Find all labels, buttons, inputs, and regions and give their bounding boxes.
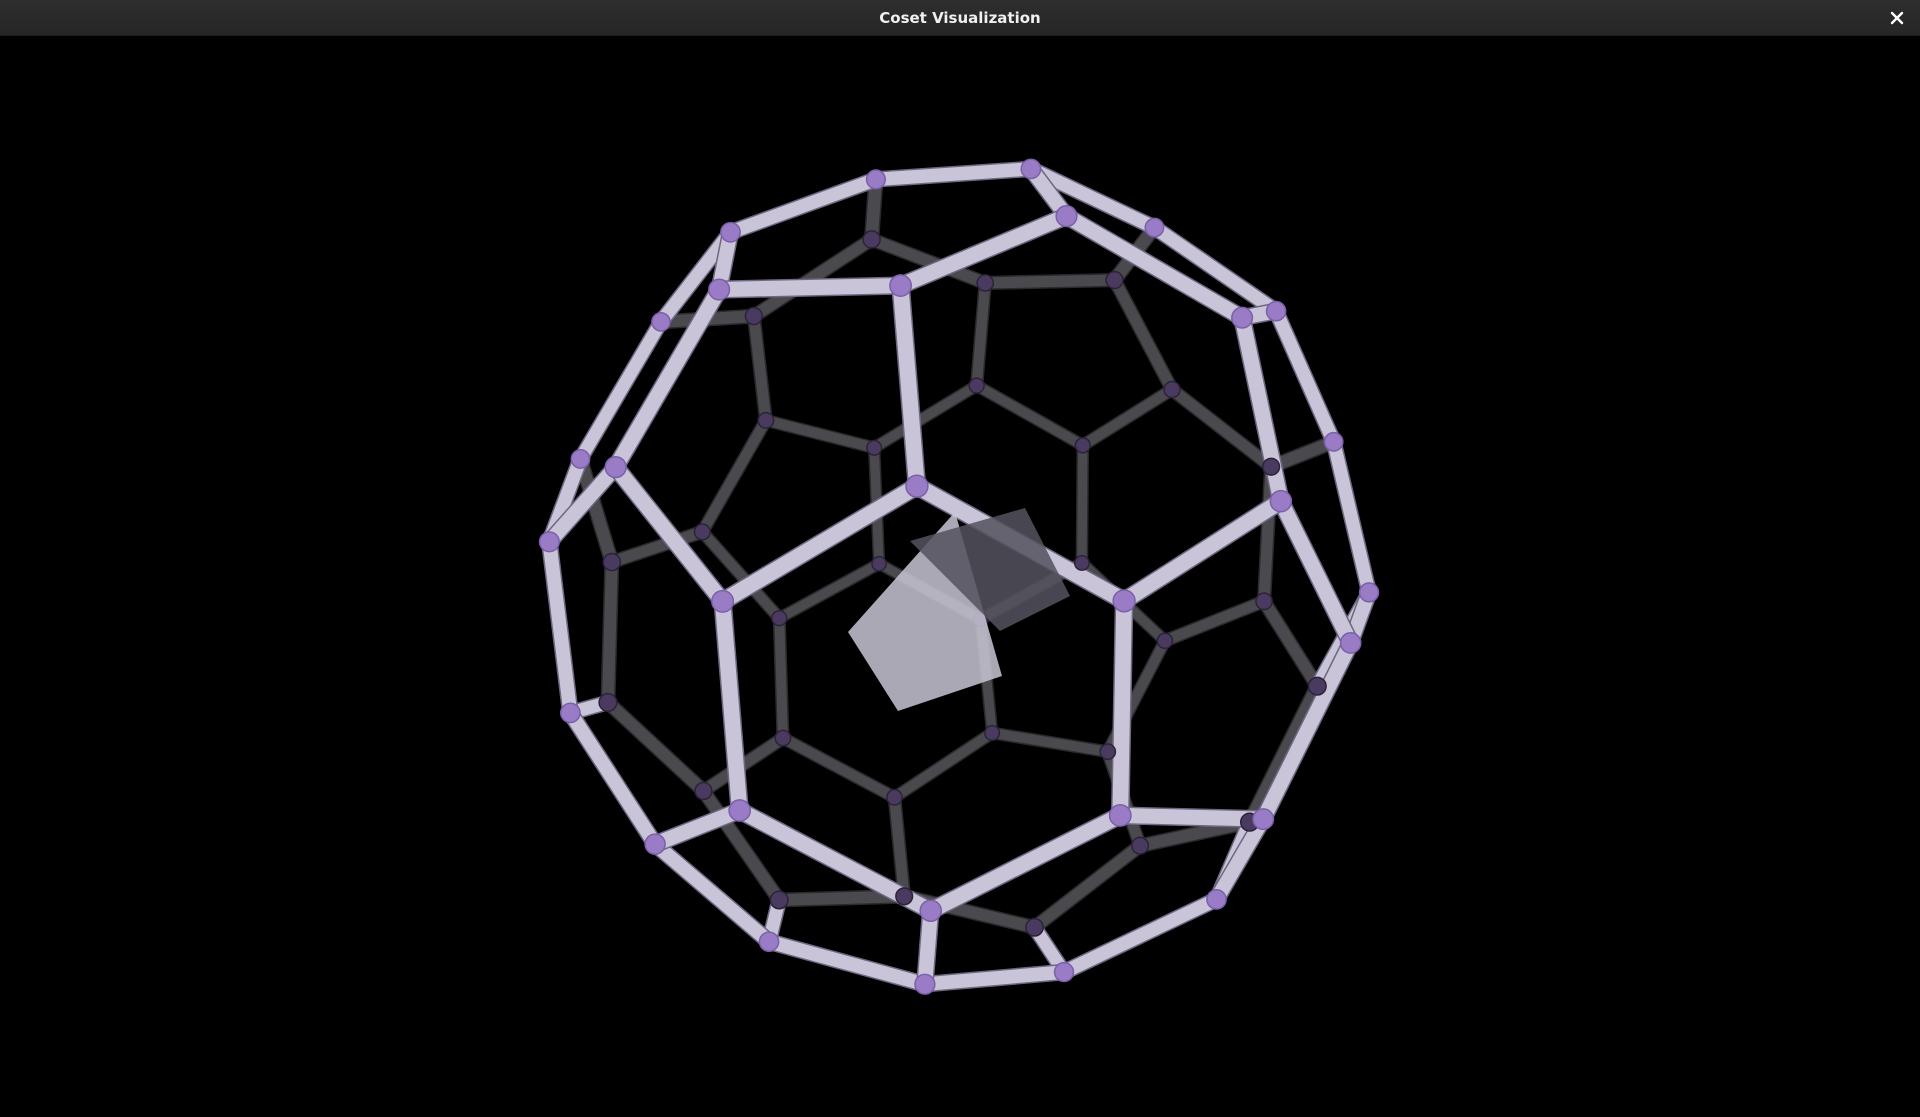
edge (1116, 493, 1289, 609)
edge (1159, 596, 1270, 647)
vertex-joint (1231, 306, 1254, 329)
vertex-joint (598, 692, 618, 712)
edge (1077, 440, 1088, 568)
vertex-joint (1144, 217, 1165, 238)
window-title: Coset Visualization (879, 9, 1041, 27)
vertex-joint (1073, 555, 1090, 571)
edge (774, 613, 788, 744)
vertex-joint (538, 531, 560, 553)
vertex-joint (1108, 803, 1132, 827)
edge (762, 934, 932, 992)
vertex-joint (570, 449, 591, 469)
vertex-joint (871, 555, 887, 572)
edge (979, 274, 1121, 289)
vertex-joint (1252, 808, 1275, 831)
vertex-joint (1358, 582, 1380, 603)
polyhedron-render[interactable] (0, 36, 1920, 1117)
edge (889, 727, 998, 803)
edge (714, 478, 925, 610)
vertex-joint (984, 724, 1001, 741)
vertex-joint (774, 729, 792, 747)
edge (923, 807, 1128, 919)
vertex-joint (914, 973, 936, 995)
vertex-joint (968, 377, 985, 394)
vertex-joint (1255, 592, 1273, 611)
edge (777, 732, 900, 803)
vertex-joint (602, 552, 622, 572)
edge (1108, 274, 1178, 396)
edge (697, 415, 772, 538)
edge (1077, 384, 1178, 451)
vertex-joint (1131, 836, 1150, 855)
edge (987, 727, 1113, 757)
vertex-joint (1262, 457, 1281, 476)
vertex-joint (769, 890, 789, 910)
edge (774, 559, 884, 623)
vertex-joint (771, 609, 788, 627)
edge (1273, 493, 1359, 651)
vertex-joint (905, 474, 929, 498)
vertex-joint (1055, 205, 1078, 228)
vertex-joint (651, 312, 671, 332)
close-button[interactable] (1886, 7, 1908, 29)
vertex-joint (1105, 270, 1124, 290)
vertex-joint (694, 781, 713, 801)
vertex-joint (1206, 889, 1227, 910)
vertex-joint (559, 702, 581, 724)
vertex-joint (757, 411, 775, 429)
edge (711, 278, 909, 298)
vertex-joint (895, 887, 914, 906)
vertex-joint (1156, 632, 1174, 650)
vertex-joint (728, 799, 752, 822)
vertex-joint (1112, 589, 1136, 613)
vertex-joint (744, 306, 763, 326)
edge (1327, 435, 1376, 599)
edge (918, 965, 1071, 992)
edge (1112, 593, 1132, 824)
vertex-joint (1025, 917, 1044, 937)
edge (971, 380, 1088, 451)
vertex-joint (644, 833, 666, 855)
vertex-joint (708, 278, 731, 301)
edge (869, 380, 982, 453)
vertex-joint (865, 169, 886, 190)
app-window: Coset Visualization (0, 0, 1920, 1117)
vertex-joint (886, 788, 903, 806)
edge (1243, 680, 1324, 829)
vertex-joint (1269, 489, 1293, 513)
vertex-joint (1074, 437, 1091, 454)
render-viewport[interactable] (0, 36, 1920, 1117)
title-bar[interactable]: Coset Visualization (0, 0, 1920, 36)
vertex-joint (889, 274, 912, 298)
vertex-joint (862, 230, 881, 249)
vertex-joint (1020, 158, 1042, 180)
edge (602, 696, 710, 797)
edge (748, 310, 772, 426)
vertex-joint (693, 523, 711, 541)
edge (723, 172, 883, 239)
vertex-joint (1053, 961, 1075, 983)
vertex-joint (1163, 380, 1181, 399)
vertex-joint (1307, 676, 1327, 696)
vertex-joint (919, 899, 943, 923)
close-icon (1890, 11, 1904, 25)
edge (601, 556, 618, 709)
vertex-joint (1265, 300, 1287, 322)
vertex-joint (1339, 632, 1362, 654)
edge (892, 277, 925, 495)
edge (574, 315, 668, 466)
vertex-joint (1099, 743, 1117, 761)
vertex-joint (976, 274, 995, 292)
edge (1269, 304, 1341, 449)
vertex-joint (1323, 431, 1344, 452)
vertex-joint (711, 589, 735, 613)
edge (760, 415, 880, 453)
vertex-joint (604, 455, 627, 479)
vertex-joint (866, 439, 883, 456)
edge (1258, 595, 1324, 692)
vertex-joint (720, 221, 741, 243)
vertex-joint (758, 931, 780, 953)
edge (1057, 892, 1224, 979)
